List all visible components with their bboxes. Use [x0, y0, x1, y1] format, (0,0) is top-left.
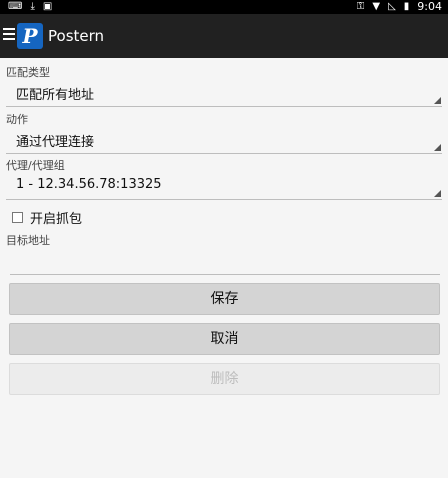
key-icon: ⚿ — [356, 1, 365, 12]
status-bar-right: ⚿ ▼ ◺ ▮ 9:04 — [357, 0, 442, 14]
delete-button[interactable]: 删除 — [9, 363, 440, 395]
match-type-select[interactable]: 匹配所有地址 — [6, 82, 442, 107]
app-logo: P — [17, 23, 43, 49]
proxy-label: 代理/代理组 — [6, 159, 65, 172]
proxy-select[interactable]: 1 - 12.34.56.78:13325 — [6, 175, 442, 200]
notification-a-icon: ▣ — [42, 1, 53, 12]
proxy-value: 1 - 12.34.56.78:13325 — [16, 177, 162, 192]
capture-checkbox[interactable] — [12, 211, 23, 223]
dropdown-arrow-icon — [434, 190, 441, 197]
battery-icon: ▮ — [403, 1, 410, 12]
target-address-input[interactable] — [10, 252, 440, 275]
no-signal-icon: ◺ — [388, 1, 396, 12]
cancel-button[interactable]: 取消 — [9, 323, 440, 355]
target-address-label: 目标地址 — [6, 234, 50, 247]
wifi-icon: ▼ — [372, 1, 381, 12]
keyboard-icon: ⌨ — [8, 1, 23, 12]
action-value: 通过代理连接 — [16, 135, 95, 150]
status-bar: ⌨ ⤓ ▣ ⚿ ▼ ◺ ▮ 9:04 — [0, 0, 448, 14]
status-bar-left: ⌨ ⤓ ▣ — [8, 0, 52, 14]
capture-checkbox-label: 开启抓包 — [30, 211, 83, 227]
menu-icon[interactable] — [3, 28, 15, 40]
dropdown-arrow-icon — [434, 97, 441, 104]
action-select[interactable]: 通过代理连接 — [6, 129, 442, 154]
app-title: Postern — [48, 27, 105, 45]
action-label: 动作 — [6, 113, 28, 126]
status-time: 9:04 — [417, 0, 442, 13]
dropdown-arrow-icon — [434, 144, 441, 151]
match-type-label: 匹配类型 — [6, 66, 50, 79]
app-bar: P Postern — [0, 14, 448, 58]
download-icon: ⤓ — [30, 1, 35, 12]
match-type-value: 匹配所有地址 — [16, 88, 95, 103]
save-button[interactable]: 保存 — [9, 283, 440, 315]
capture-checkbox-row[interactable]: 开启抓包 — [12, 208, 83, 227]
